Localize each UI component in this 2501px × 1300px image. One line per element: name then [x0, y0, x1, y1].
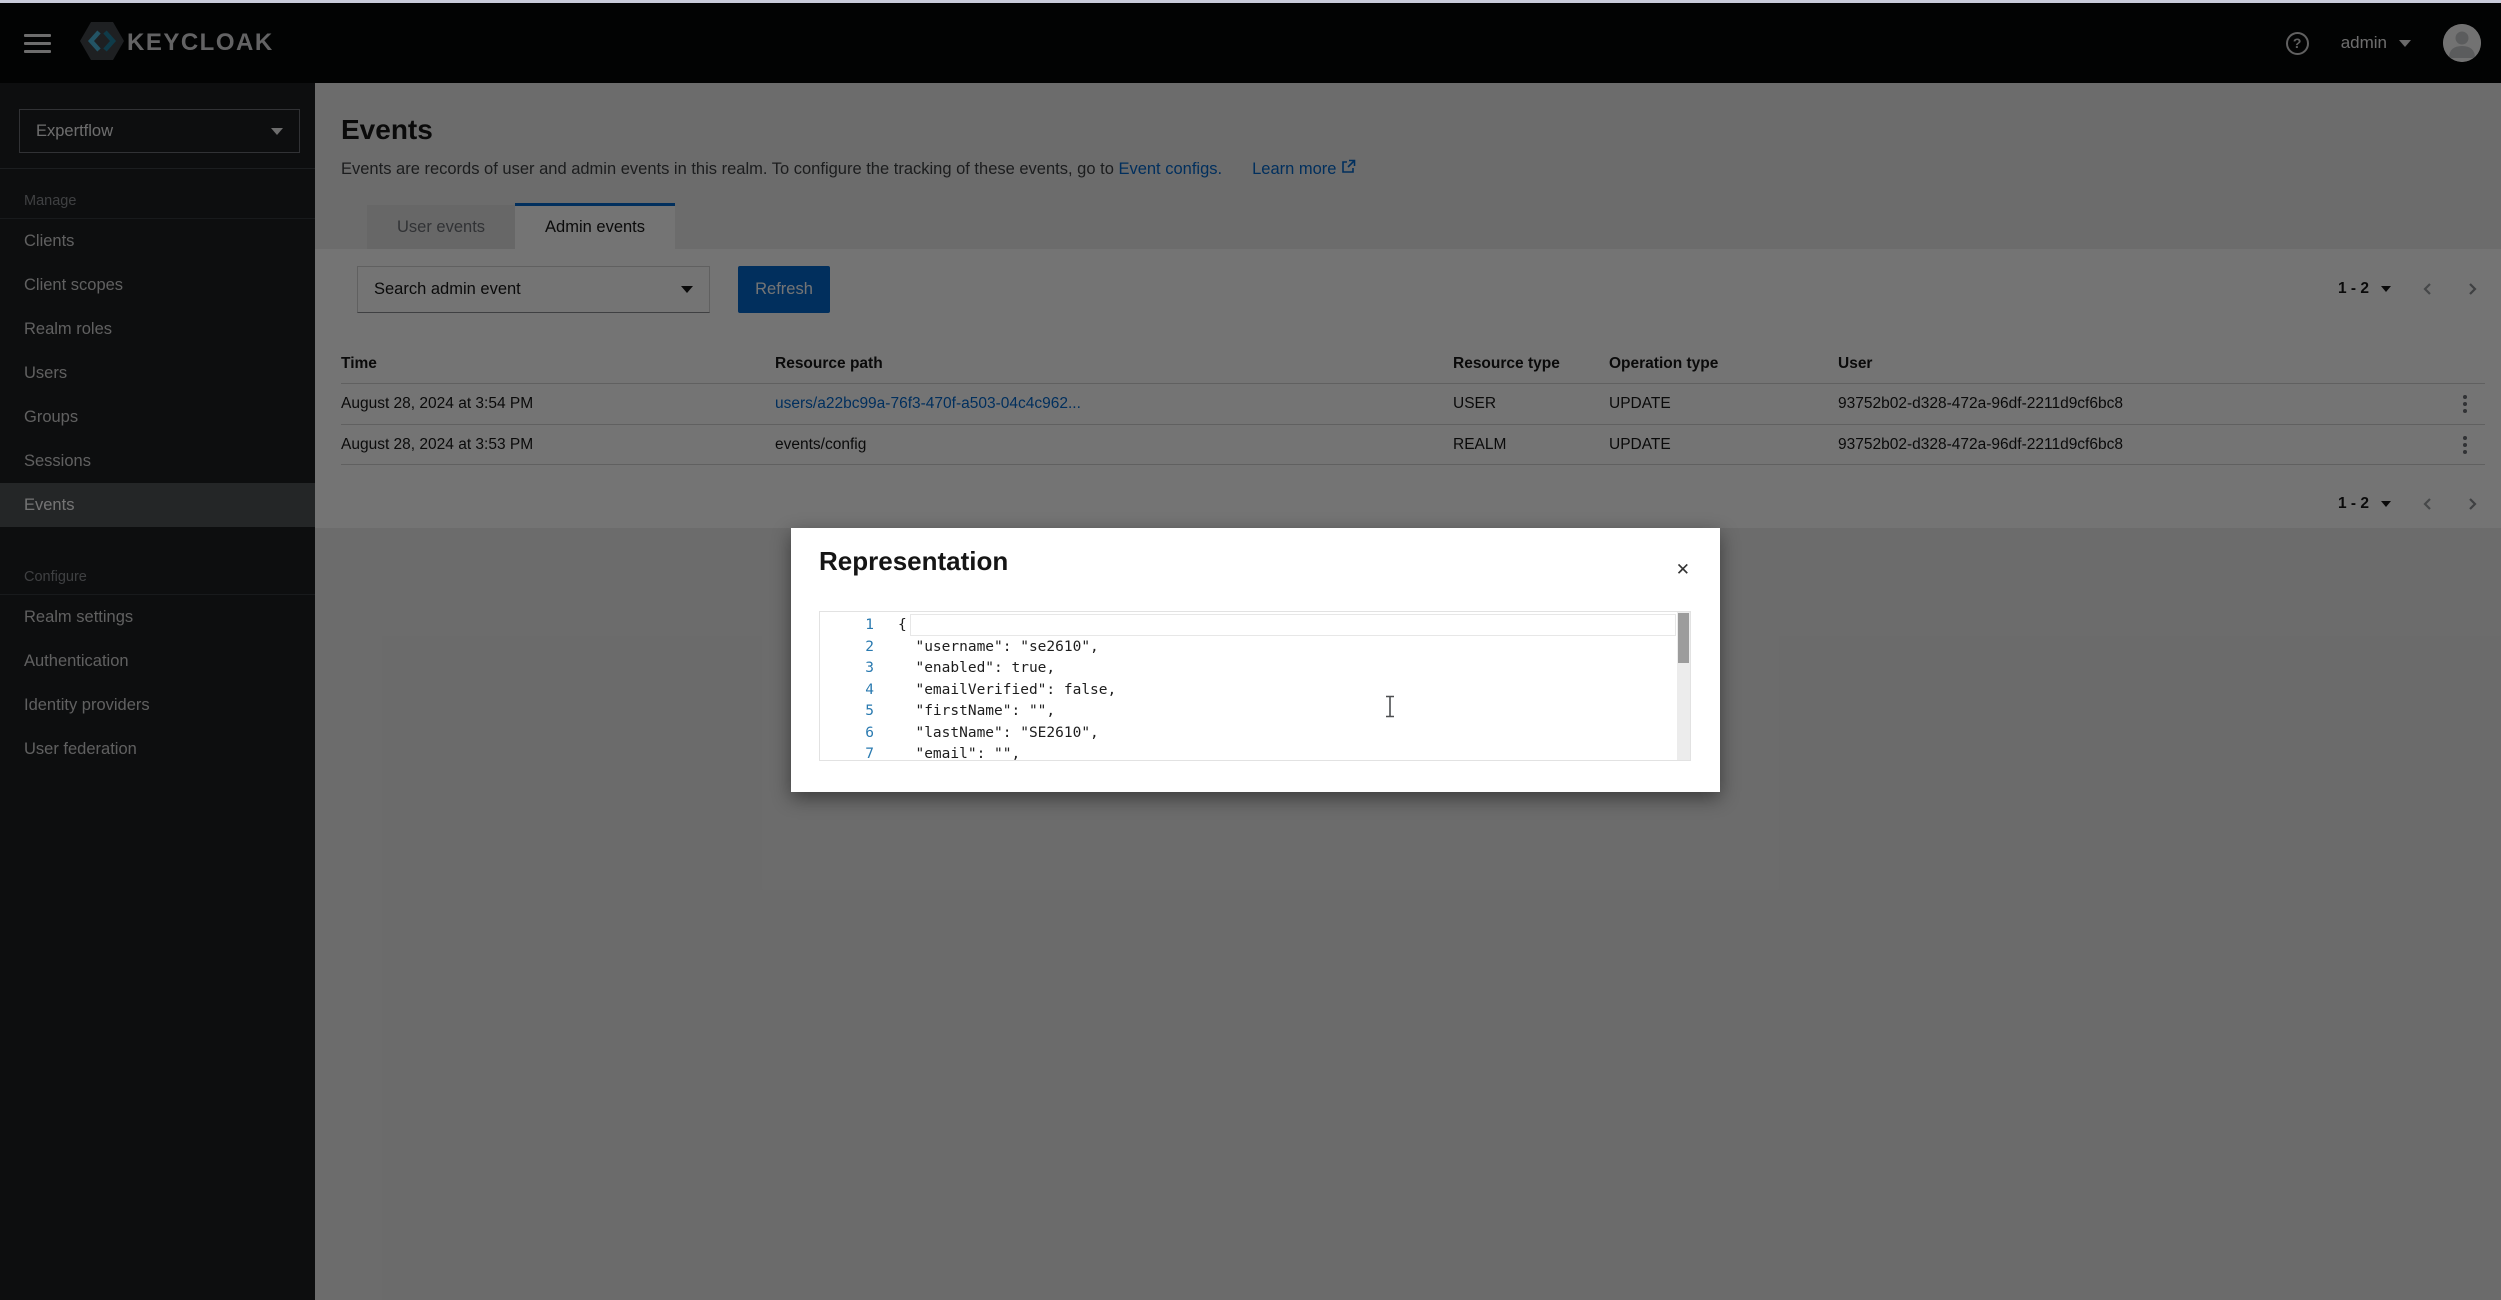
line-number: 7	[820, 744, 898, 761]
code-text: {	[898, 615, 907, 637]
line-number: 1	[820, 615, 898, 637]
code-text: "firstName": "",	[898, 701, 1055, 723]
code-line: 3 "enabled": true,	[820, 658, 1677, 680]
code-text: "emailVerified": false,	[898, 680, 1116, 702]
line-number: 4	[820, 680, 898, 702]
scrollbar-thumb[interactable]	[1678, 613, 1689, 663]
code-text: "lastName": "SE2610",	[898, 723, 1099, 745]
line-number: 6	[820, 723, 898, 745]
code-line: 6 "lastName": "SE2610",	[820, 723, 1677, 745]
code-line: 7 "email": "",	[820, 744, 1677, 761]
code-line: 5 "firstName": "",	[820, 701, 1677, 723]
line-number: 2	[820, 637, 898, 659]
keycloak-admin-console: KEYCLOAK ? admin Expertflow Manage	[0, 0, 2501, 1300]
modal-title: Representation	[819, 546, 1008, 577]
line-number: 5	[820, 701, 898, 723]
close-icon[interactable]: ✕	[1672, 556, 1694, 584]
code-text: "enabled": true,	[898, 658, 1055, 680]
code-text: "username": "se2610",	[898, 637, 1099, 659]
editor-lines: 1 { 2 "username": "se2610", 3 "enabled":…	[820, 615, 1677, 761]
code-line: 2 "username": "se2610",	[820, 637, 1677, 659]
window-top-edge	[0, 0, 2501, 3]
line-number: 3	[820, 658, 898, 680]
code-line: 4 "emailVerified": false,	[820, 680, 1677, 702]
json-code-editor[interactable]: 1 { 2 "username": "se2610", 3 "enabled":…	[819, 611, 1691, 761]
representation-modal: Representation ✕ 1 { 2 "username": "se26…	[791, 528, 1720, 792]
editor-scrollbar[interactable]	[1677, 612, 1690, 760]
code-line: 1 {	[820, 615, 1677, 637]
code-text: "email": "",	[898, 744, 1020, 761]
